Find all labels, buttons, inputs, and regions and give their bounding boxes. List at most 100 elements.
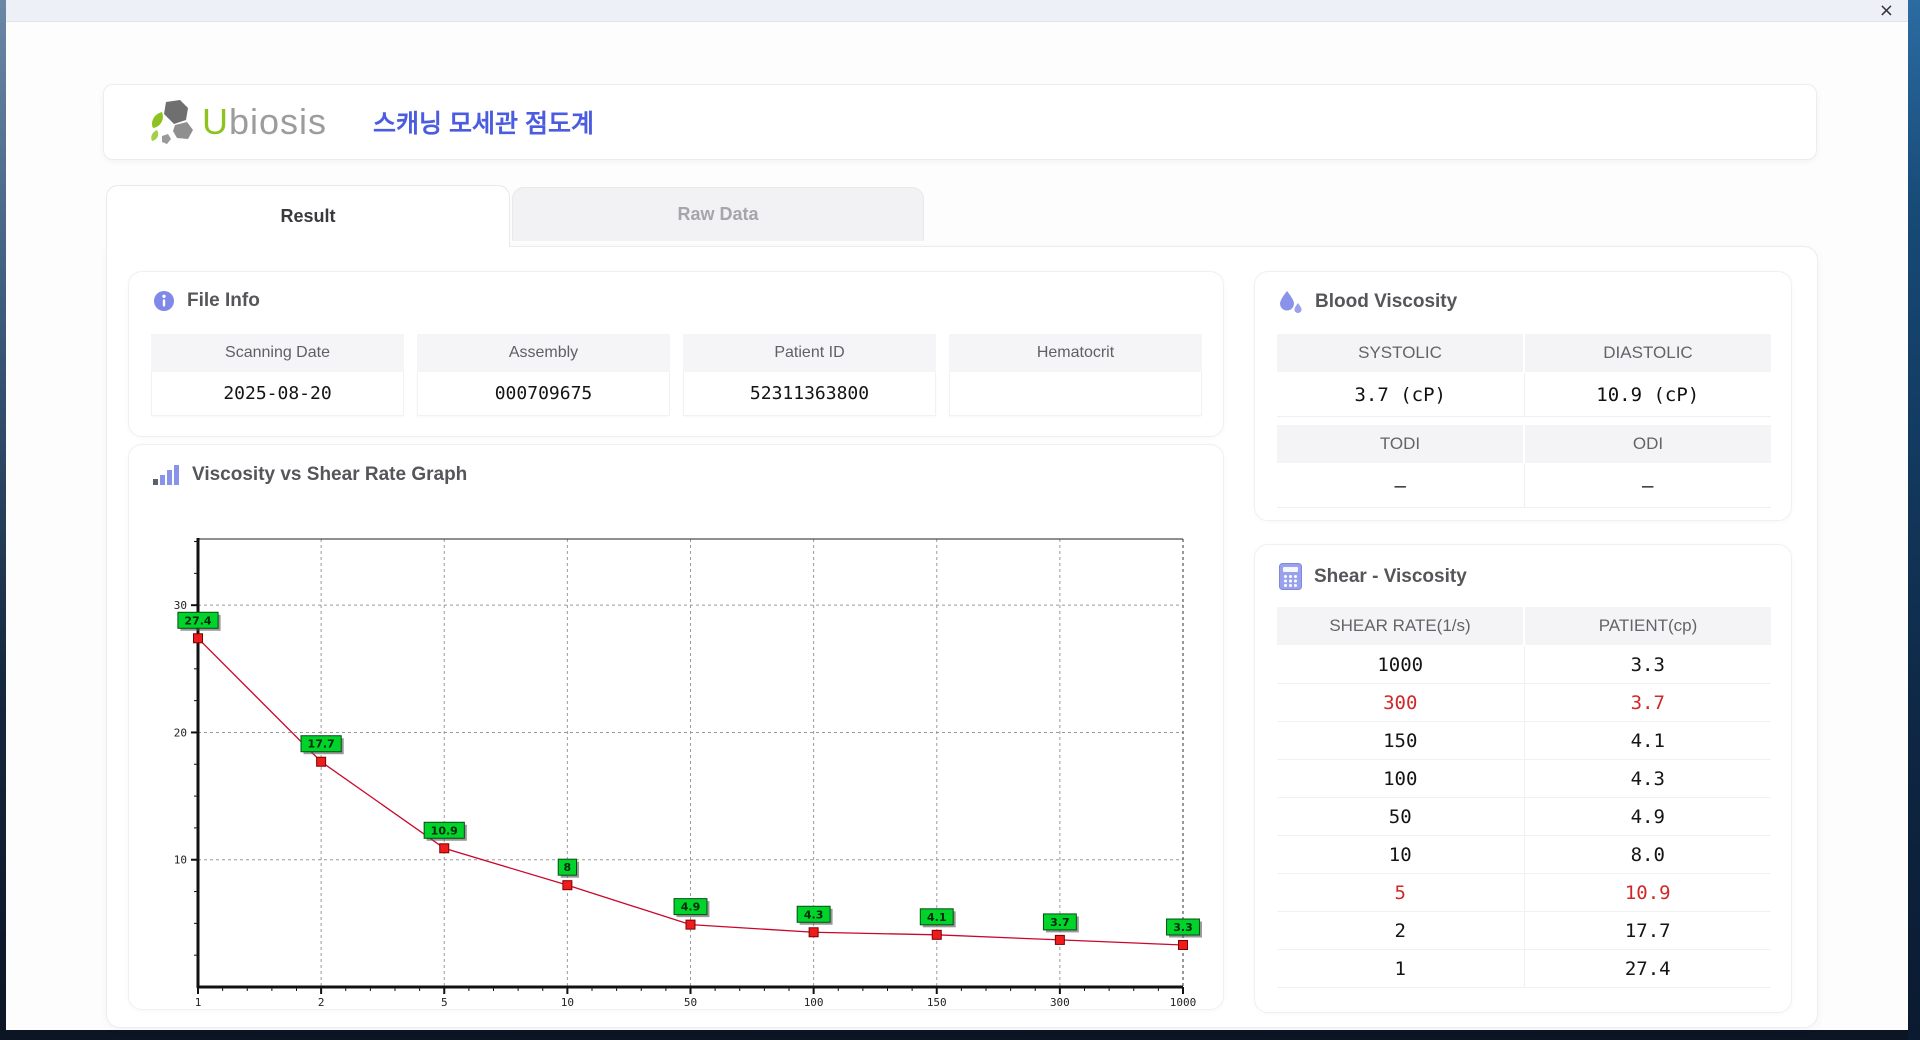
bar-chart-icon <box>153 465 179 485</box>
table-row: – – <box>1277 464 1771 508</box>
svg-text:17.7: 17.7 <box>308 738 335 751</box>
column-header: TODI <box>1277 425 1523 463</box>
viscosity-chart: 10 20 30 1 2 5 10 50 100 150 300 1000 27.4 17.7 10.9 8 4… <box>174 538 1202 1009</box>
svg-text:50: 50 <box>684 996 697 1009</box>
patient-cell: 27.4 <box>1523 950 1772 987</box>
file-info-card: File Info Scanning Date 2025-08-20 Assem… <box>128 271 1224 437</box>
logo-text: Ubiosis <box>202 104 327 140</box>
svg-text:300: 300 <box>1050 996 1070 1009</box>
shear-viscosity-title-row: Shear - Viscosity <box>1279 563 1467 590</box>
shear-rate-cell: 5 <box>1394 881 1406 904</box>
calculator-icon <box>1279 563 1302 590</box>
column-header: SYSTOLIC <box>1277 334 1523 372</box>
column-header-shear-rate: SHEAR RATE(1/s) <box>1277 607 1523 645</box>
shear-rate-cell: 50 <box>1388 805 1412 828</box>
column-header: DIASTOLIC <box>1525 334 1771 372</box>
table-header-row: SYSTOLIC DIASTOLIC <box>1277 334 1771 372</box>
field-assembly: Assembly 000709675 <box>417 334 670 416</box>
blood-viscosity-title-row: Blood Viscosity <box>1279 290 1457 314</box>
field-label: Hematocrit <box>949 334 1202 372</box>
ubiosis-logo: Ubiosis <box>148 98 327 146</box>
viscosity-graph-card: Viscosity vs Shear Rate Graph 10 20 30 1 2 5 1… <box>128 444 1224 1010</box>
blood-viscosity-table: SYSTOLIC DIASTOLIC 3.7 (cP) 10.9 (cP) TO… <box>1277 334 1771 516</box>
section-title: Shear - Viscosity <box>1314 565 1467 587</box>
logo-text-u: U <box>202 101 229 142</box>
field-hematocrit: Hematocrit <box>949 334 1202 416</box>
table-row: 1000 3.3 <box>1277 646 1771 684</box>
svg-text:2: 2 <box>318 996 325 1009</box>
field-patient-id: Patient ID 52311363800 <box>683 334 936 416</box>
diastolic-value: 10.9 (cP) <box>1523 373 1772 416</box>
page-title: 스캐닝 모세관 점도계 <box>373 110 594 138</box>
column-header: ODI <box>1525 425 1771 463</box>
shear-rate-cell: 2 <box>1394 919 1406 942</box>
app-window: × Ubiosis 스캐닝 모세관 점도계 Result Raw Data Fi… <box>6 0 1908 1030</box>
tab-result[interactable]: Result <box>106 185 510 247</box>
column-header-patient: PATIENT(cp) <box>1525 607 1771 645</box>
field-label: Patient ID <box>683 334 936 372</box>
graph-title-row: Viscosity vs Shear Rate Graph <box>153 463 467 486</box>
patient-cell: 3.7 <box>1523 684 1772 721</box>
section-title: File Info <box>187 290 260 311</box>
field-value: 2025-08-20 <box>151 372 404 416</box>
shear-rate-cell: 1000 <box>1377 653 1424 676</box>
droplets-icon <box>1280 291 1302 314</box>
patient-cell: 17.7 <box>1523 912 1772 949</box>
svg-text:4.3: 4.3 <box>804 908 824 921</box>
svg-text:10.9: 10.9 <box>431 824 458 837</box>
table-row: 100 4.3 <box>1277 760 1771 798</box>
field-label: Scanning Date <box>151 334 404 372</box>
svg-text:10: 10 <box>174 854 187 867</box>
patient-cell: 4.3 <box>1523 760 1772 797</box>
svg-text:1: 1 <box>195 996 202 1009</box>
shear-viscosity-table: SHEAR RATE(1/s) PATIENT(cp) 1000 3.3 300 3.… <box>1277 607 1771 988</box>
svg-text:3.7: 3.7 <box>1050 916 1070 929</box>
blood-viscosity-card: Blood Viscosity SYSTOLIC DIASTOLIC 3.7 (… <box>1254 271 1792 521</box>
field-value <box>949 372 1202 416</box>
svg-text:8: 8 <box>564 861 572 874</box>
svg-text:30: 30 <box>174 599 187 612</box>
file-info-title-row: File Info <box>153 290 260 312</box>
svg-text:20: 20 <box>174 726 187 739</box>
table-header-row: SHEAR RATE(1/s) PATIENT(cp) <box>1277 607 1771 645</box>
table-row: 50 4.9 <box>1277 798 1771 836</box>
patient-cell: 4.1 <box>1523 722 1772 759</box>
svg-text:3.3: 3.3 <box>1173 921 1193 934</box>
field-value: 000709675 <box>417 372 670 416</box>
table-row: 2 17.7 <box>1277 912 1771 950</box>
shear-rate-cell: 300 <box>1383 691 1418 714</box>
patient-cell: 8.0 <box>1523 836 1772 873</box>
todi-value: – <box>1394 474 1406 497</box>
field-scanning-date: Scanning Date 2025-08-20 <box>151 334 404 416</box>
shear-rate-cell: 150 <box>1383 729 1418 752</box>
svg-text:4.1: 4.1 <box>927 911 947 924</box>
ubiosis-logo-icon <box>151 100 193 144</box>
patient-cell: 10.9 <box>1523 874 1772 911</box>
logo-text-rest: biosis <box>229 101 328 142</box>
window-titlebar: × <box>6 0 1908 22</box>
close-icon[interactable]: × <box>1879 0 1894 22</box>
shear-rate-cell: 100 <box>1383 767 1418 790</box>
systolic-value: 3.7 (cP) <box>1354 383 1446 406</box>
patient-cell: 4.9 <box>1523 798 1772 835</box>
result-tab-panel: File Info Scanning Date 2025-08-20 Assem… <box>106 246 1818 1028</box>
svg-text:10: 10 <box>561 996 574 1009</box>
table-header-row: TODI ODI <box>1277 425 1771 463</box>
field-value: 52311363800 <box>683 372 936 416</box>
svg-text:4.9: 4.9 <box>681 901 701 914</box>
svg-text:1000: 1000 <box>1170 996 1197 1009</box>
table-row: 5 10.9 <box>1277 874 1771 912</box>
table-row: 10 8.0 <box>1277 836 1771 874</box>
shear-rate-cell: 10 <box>1388 843 1412 866</box>
table-row: 300 3.7 <box>1277 684 1771 722</box>
table-row: 3.7 (cP) 10.9 (cP) <box>1277 373 1771 417</box>
table-row: 1 27.4 <box>1277 950 1771 988</box>
header-card: Ubiosis 스캐닝 모세관 점도계 <box>103 84 1817 160</box>
table-row: 150 4.1 <box>1277 722 1771 760</box>
section-title: Blood Viscosity <box>1315 291 1458 312</box>
svg-text:100: 100 <box>804 996 824 1009</box>
svg-text:150: 150 <box>927 996 947 1009</box>
file-info-fields: Scanning Date 2025-08-20 Assembly 000709… <box>151 334 1202 416</box>
tab-raw-data[interactable]: Raw Data <box>512 187 924 241</box>
shear-viscosity-card: Shear - Viscosity SHEAR RATE(1/s) PATIEN… <box>1254 544 1792 1013</box>
